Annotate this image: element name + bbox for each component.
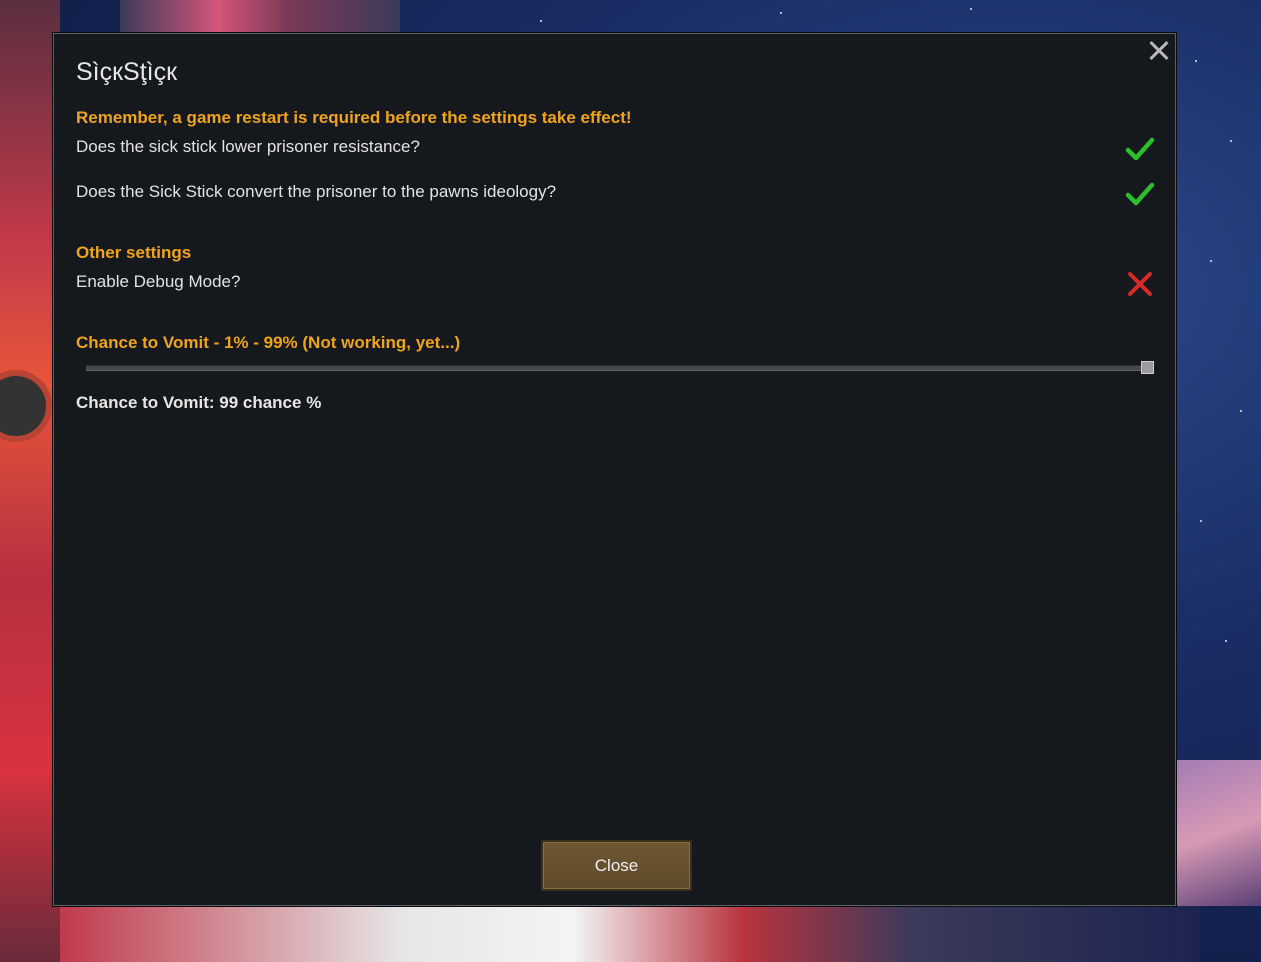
- setting-label: Enable Debug Mode?: [76, 272, 241, 291]
- background-art-bottom: [60, 906, 1200, 962]
- background-star: [1200, 520, 1202, 522]
- background-art-top: [120, 0, 400, 34]
- background-star: [970, 8, 972, 10]
- background-star: [540, 20, 542, 22]
- background-star: [1195, 60, 1197, 62]
- background-disc: [0, 370, 52, 442]
- background-star: [780, 12, 782, 14]
- slider-thumb[interactable]: [1141, 361, 1154, 374]
- vomit-chance-slider[interactable]: [86, 361, 1154, 374]
- other-settings-header: Other settings: [76, 243, 192, 262]
- checkmark-icon[interactable]: [1125, 134, 1155, 164]
- vomit-chance-header: Chance to Vomit - 1% - 99% (Not working,…: [76, 333, 461, 352]
- vomit-chance-readout: Chance to Vomit: 99 chance %: [76, 393, 322, 412]
- setting-label: Does the Sick Stick convert the prisoner…: [76, 182, 557, 201]
- background-art-left: [0, 0, 60, 962]
- background-star: [1210, 260, 1212, 262]
- setting-label: Does the sick stick lower prisoner resis…: [76, 137, 420, 156]
- setting-row-debug-mode: Enable Debug Mode?: [76, 269, 1155, 299]
- close-button[interactable]: Close: [541, 840, 692, 891]
- cross-icon[interactable]: [1125, 269, 1155, 299]
- close-icon[interactable]: [1146, 37, 1172, 63]
- background-star: [1225, 640, 1227, 642]
- setting-row-convert-ideology: Does the Sick Stick convert the prisoner…: [76, 179, 1155, 209]
- background-planet: [1176, 760, 1261, 906]
- restart-warning: Remember, a game restart is required bef…: [76, 108, 632, 127]
- dialog-title: SìçкSţìçк: [76, 58, 178, 86]
- background-star: [1240, 410, 1242, 412]
- slider-track: [86, 365, 1154, 371]
- mod-settings-dialog: SìçкSţìçк Remember, a game restart is re…: [53, 33, 1176, 906]
- background-star: [1230, 140, 1232, 142]
- checkmark-icon[interactable]: [1125, 179, 1155, 209]
- setting-row-lower-resistance: Does the sick stick lower prisoner resis…: [76, 134, 1155, 164]
